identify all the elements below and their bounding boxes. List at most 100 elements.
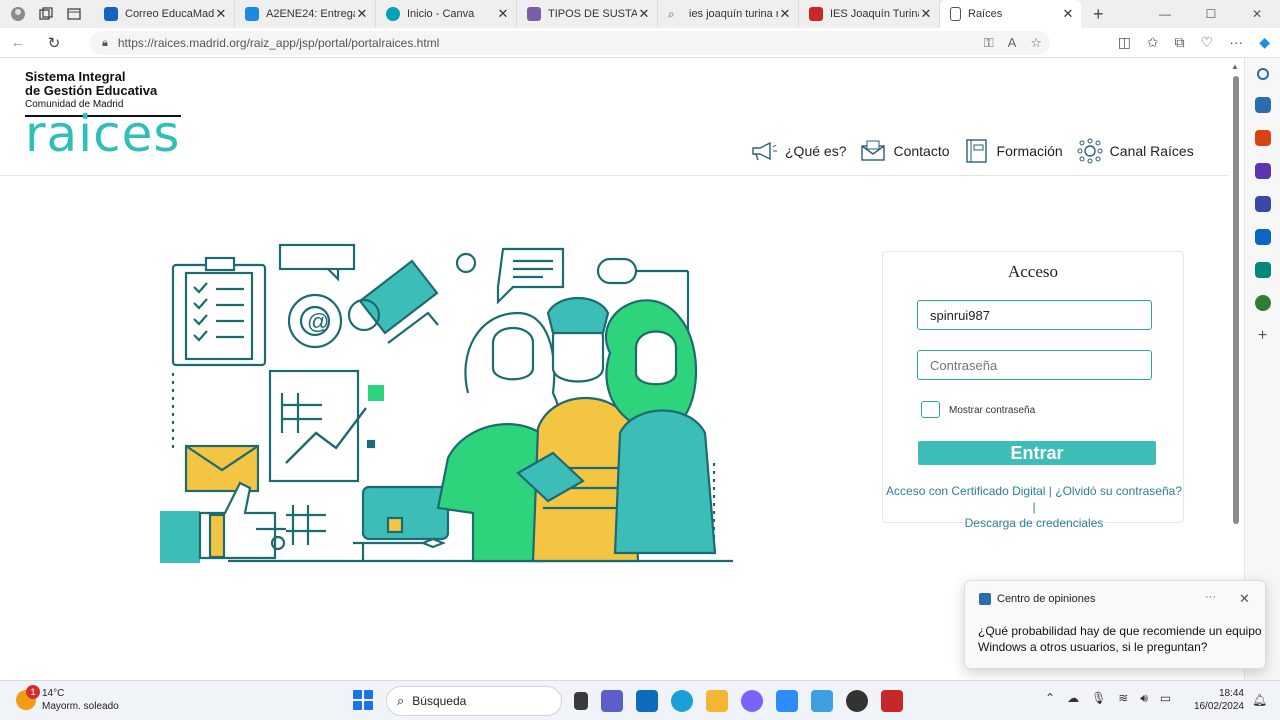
certificate-access-link[interactable]: Acceso con Certificado Digital (886, 484, 1045, 498)
tab-canva[interactable]: Inicio - Canva ✕ (376, 0, 517, 28)
onedrive-icon[interactable]: ☁ (1067, 691, 1079, 706)
scroll-up-icon[interactable]: ▲ (1231, 62, 1239, 71)
scrollbar-thumb[interactable] (1233, 76, 1239, 524)
favorites-icon[interactable]: ✩ (1147, 34, 1159, 51)
taskbar-clock[interactable]: 18:44 16/02/2024 (1192, 687, 1244, 713)
teams-app-icon[interactable] (601, 690, 623, 712)
browser-essentials-icon[interactable]: ♡ (1201, 34, 1214, 51)
close-tab-icon[interactable]: ✕ (919, 6, 933, 22)
folder-app-icon[interactable] (706, 690, 728, 712)
tab-entrega-tarea[interactable]: A2ENE24: Entrega Tarea ✕ (235, 0, 376, 28)
photos-app-icon[interactable] (811, 690, 833, 712)
system-tray: ⌃ ☁ 🎙︎ ≋ 🔊︎ ▭ (1045, 691, 1171, 706)
add-icon[interactable]: + (1255, 328, 1271, 344)
zoom-app-icon[interactable] (776, 690, 798, 712)
minimize-button[interactable]: — (1142, 0, 1188, 28)
taskbar-search[interactable]: ⌕ Búsqueda (386, 686, 562, 716)
more-menu-icon[interactable]: ··· (1229, 34, 1243, 51)
nav-que-es[interactable]: ¿Qué es? (750, 140, 846, 162)
url-field[interactable]: 🔒︎ https://raices.madrid.org/raiz_app/js… (90, 31, 1050, 55)
close-tab-icon[interactable]: ✕ (778, 6, 792, 22)
microphone-icon[interactable]: 🎙︎ (1091, 691, 1106, 706)
login-submit-button[interactable]: Entrar (918, 441, 1156, 465)
search-icon[interactable] (1256, 68, 1269, 80)
key-icon[interactable]: ⚿ (984, 35, 994, 51)
tab-title: ies joaquín turina m (689, 8, 778, 20)
office-icon[interactable] (1254, 196, 1271, 212)
start-button[interactable] (353, 690, 373, 710)
wifi-icon[interactable]: ≋ (1118, 691, 1128, 706)
close-window-button[interactable]: ✕ (1234, 0, 1280, 28)
workspaces-icon[interactable] (36, 4, 56, 24)
book-icon (965, 139, 987, 163)
tab-sustantivos[interactable]: TIPOS DE SUSTANTIVOS ✕ (517, 0, 658, 28)
username-input[interactable] (917, 300, 1152, 330)
volume-icon[interactable]: 🔊︎ (1140, 691, 1148, 706)
tab-actions-icon[interactable] (64, 4, 84, 24)
tab-title: Correo EducaMadrid (125, 8, 214, 20)
games-icon[interactable] (1254, 163, 1271, 179)
tree-icon[interactable] (1254, 295, 1271, 311)
mail-app-icon[interactable] (636, 690, 658, 712)
edge-app-icon[interactable] (671, 690, 693, 712)
close-tab-icon[interactable]: ✕ (214, 6, 228, 22)
chevron-up-icon[interactable]: ⌃ (1045, 691, 1055, 706)
browser-toolbar: ◫ ✩ ⧉ ♡ ··· ◆ (1118, 34, 1270, 51)
download-credentials-link[interactable]: Descarga de credenciales (965, 516, 1104, 530)
raices-logo[interactable]: Sistema Integral de Gestión Educativa Co… (25, 70, 181, 159)
back-button[interactable]: ← (0, 34, 36, 51)
tab-correo[interactable]: Correo EducaMadrid ✕ (94, 0, 235, 28)
notification-more-button[interactable]: ··· (1205, 591, 1216, 603)
close-tab-icon[interactable]: ✕ (355, 6, 369, 22)
close-tab-icon[interactable]: ✕ (1061, 6, 1075, 22)
notification-close-button[interactable]: ✕ (1239, 591, 1250, 607)
lock-icon[interactable]: 🔒︎ (102, 37, 108, 50)
weather-widget[interactable]: 1 14°C Mayorm. soleado (16, 685, 119, 713)
tab-search-turina[interactable]: ⌕ ies joaquín turina m ✕ (658, 0, 799, 28)
chrome-app-icon[interactable] (846, 690, 868, 712)
show-password-label[interactable]: Mostrar contraseña (949, 405, 1035, 416)
nav-formacion[interactable]: Formación (964, 138, 1063, 164)
battery-icon[interactable]: ▭ (1160, 691, 1171, 706)
close-tab-icon[interactable]: ✕ (637, 6, 651, 22)
windows-taskbar: 1 14°C Mayorm. soleado ⌕ Búsqueda ⌃ ☁ 🎙︎… (0, 680, 1280, 720)
collections-icon[interactable]: ⧉ (1175, 34, 1185, 51)
page-icon (950, 7, 961, 21)
search-label: Búsqueda (412, 694, 467, 708)
weather-desc: Mayorm. soleado (42, 701, 119, 712)
shopping-tag-icon[interactable] (1254, 97, 1271, 113)
forgot-password-link[interactable]: ¿Olvidó su contraseña? (1055, 484, 1182, 498)
header-divider (0, 175, 1229, 176)
nav-canal-raices[interactable]: Canal Raíces (1077, 138, 1194, 164)
send-icon[interactable] (1254, 262, 1271, 278)
password-input[interactable] (917, 350, 1152, 380)
new-tab-button[interactable]: + (1093, 4, 1104, 25)
tab-raices[interactable]: Raíces ✕ (940, 0, 1081, 28)
close-tab-icon[interactable]: ✕ (496, 6, 510, 22)
refresh-button[interactable]: ↻ (36, 34, 72, 52)
read-aloud-icon[interactable]: A (1008, 35, 1017, 51)
nav-label: Contacto (893, 143, 950, 159)
copilot-icon[interactable]: ◆ (1259, 34, 1270, 51)
outlook-icon[interactable] (1254, 229, 1271, 245)
profile-icon[interactable] (8, 4, 28, 24)
toolbox-icon[interactable] (1254, 130, 1271, 146)
school-crest-icon (809, 7, 823, 21)
notification-message[interactable]: ¿Qué probabilidad hay de que recomiende … (978, 623, 1263, 655)
maximize-button[interactable]: ☐ (1188, 0, 1234, 28)
envelope-icon (861, 140, 886, 161)
split-screen-icon[interactable]: ◫ (1118, 34, 1131, 51)
pdf-app-icon[interactable] (881, 690, 903, 712)
browser-tab-bar: Correo EducaMadrid ✕ A2ENE24: Entrega Ta… (0, 0, 1280, 28)
canva-icon (386, 7, 400, 21)
nav-contacto[interactable]: Contacto (860, 140, 950, 162)
notification-bell-icon[interactable]: 🔔︎ (1252, 693, 1267, 707)
favorite-star-icon[interactable]: ☆ (1030, 35, 1042, 51)
top-navigation: ¿Qué es? Contacto Formación Canal Raíces (750, 138, 1208, 164)
file-explorer-app-icon[interactable] (574, 692, 588, 710)
show-password-checkbox[interactable] (921, 401, 940, 418)
login-panel: Acceso Mostrar contraseña Entrar Acceso … (882, 251, 1184, 530)
link-separator: | (1032, 500, 1036, 514)
tab-ies-turina[interactable]: IES Joaquín Turina ✕ (799, 0, 940, 28)
copilot-app-icon[interactable] (741, 690, 763, 712)
